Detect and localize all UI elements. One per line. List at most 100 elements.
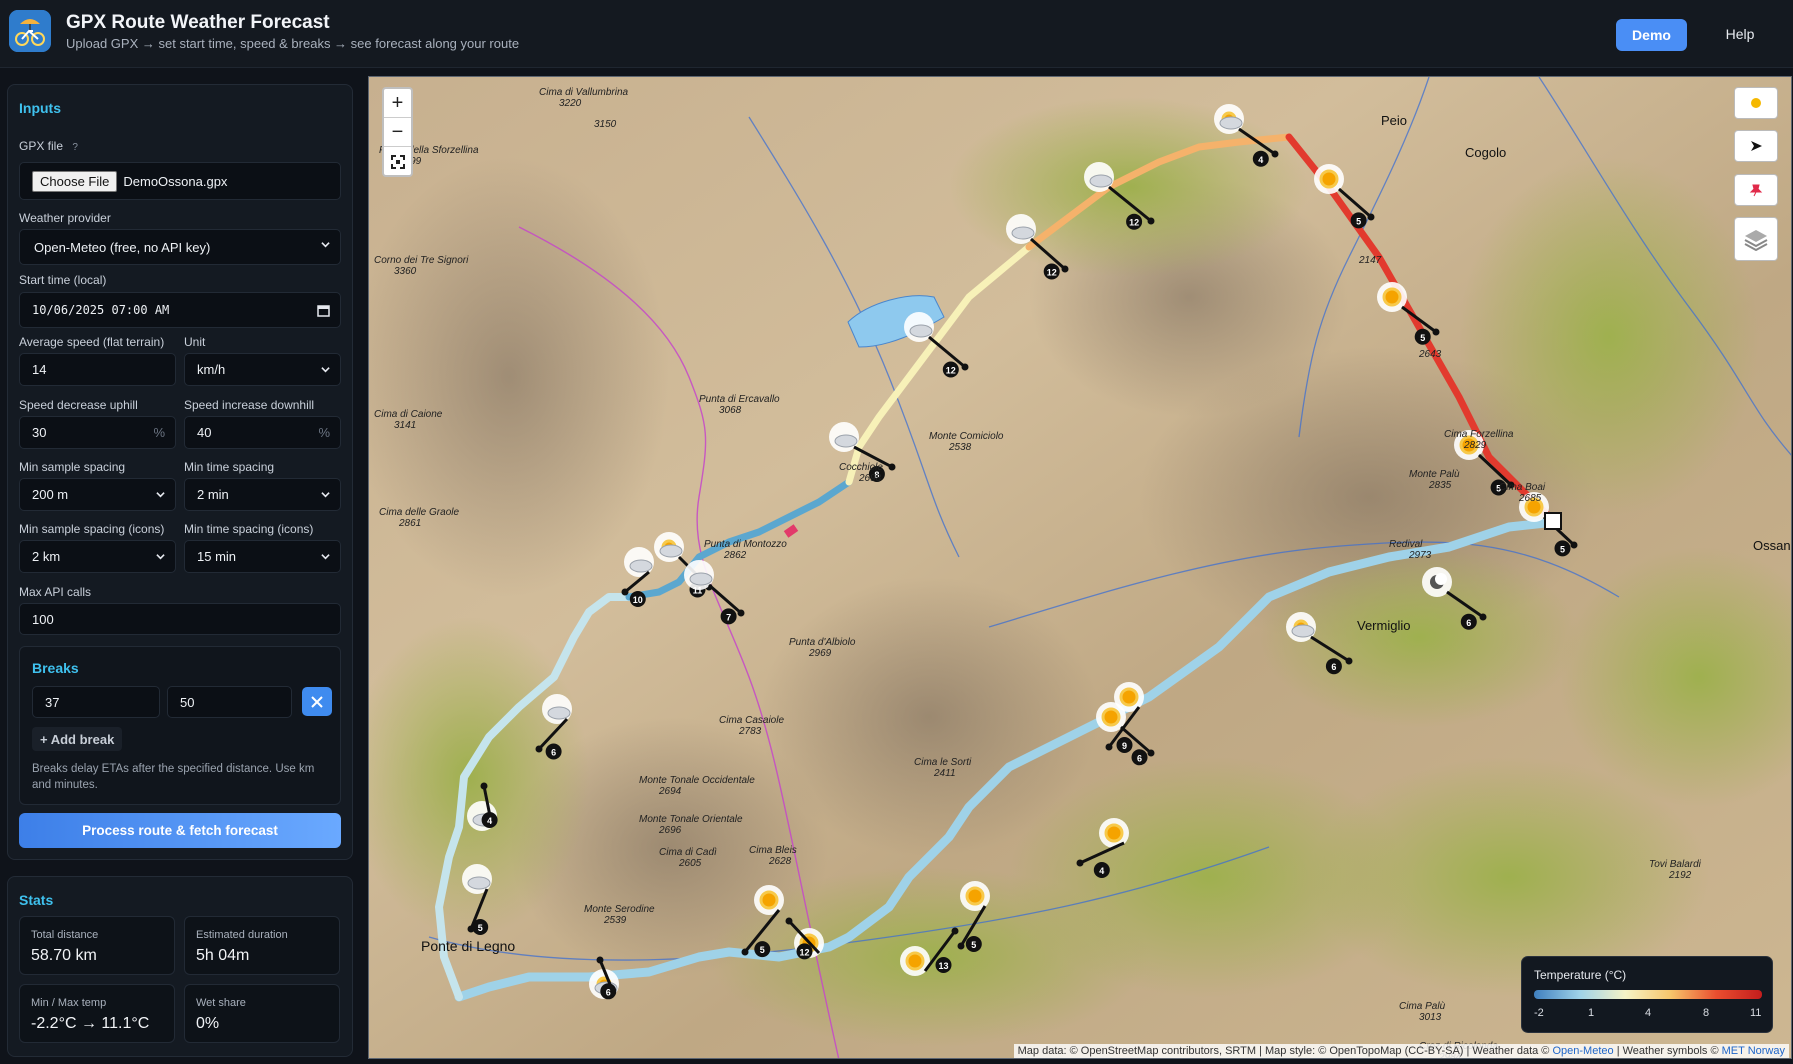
avg-speed-input[interactable]: 14 xyxy=(19,353,176,386)
unit-select[interactable]: km/h xyxy=(184,353,341,386)
min-sample-select[interactable]: 200 m xyxy=(19,478,176,511)
min-sample-icons-label: Min sample spacing (icons) xyxy=(19,522,165,536)
wind-arrow-head xyxy=(1076,859,1084,867)
wind-arrow-head xyxy=(621,588,629,596)
wind-arrow-head xyxy=(1345,657,1353,665)
open-meteo-link[interactable]: Open-Meteo xyxy=(1552,1045,1613,1057)
wind-arrow-head xyxy=(1271,150,1279,158)
wind-speed-label: 4 xyxy=(1099,866,1104,876)
wind-speed-label: 4 xyxy=(1258,155,1263,165)
breaks-section: Breaks 37 50 + Add break Breaks delay ET… xyxy=(19,646,341,805)
breaks-note: Breaks delay ETAs after the specified di… xyxy=(32,763,315,791)
sun-icon xyxy=(1751,98,1761,108)
min-time-select[interactable]: 2 min xyxy=(184,478,341,511)
percent-suffix: % xyxy=(318,425,330,440)
min-time-label: Min time spacing xyxy=(184,460,275,474)
wind-arrow-head xyxy=(1061,265,1069,273)
min-sample-icons-select[interactable]: 2 km xyxy=(19,540,176,573)
cloudy-icon xyxy=(624,547,654,577)
wind-speed-label: 10 xyxy=(633,595,643,605)
wind-arrow-head xyxy=(1147,217,1155,225)
wind-speed-label: 12 xyxy=(1047,268,1057,278)
met-norway-link[interactable]: MET Norway xyxy=(1722,1045,1785,1057)
demo-button[interactable]: Demo xyxy=(1616,19,1687,51)
wind-arrow-head xyxy=(596,956,604,964)
wind-arrow-head xyxy=(737,609,745,617)
wind-toggle-button[interactable] xyxy=(1734,130,1778,162)
min-time-icons-select[interactable]: 15 min xyxy=(184,540,341,573)
finish-flag-icon[interactable] xyxy=(1544,512,1562,530)
pin-toggle-button[interactable] xyxy=(1734,174,1778,206)
app-subtitle: Upload GPX → set start time, speed & bre… xyxy=(66,36,520,51)
wind-arrow-head xyxy=(957,942,965,950)
wind-speed-label: 5 xyxy=(478,923,483,933)
route-map[interactable]: 12 4 5 12 5 12 8 5 5 6 6 11 10 7 6 6 9 4 4 5 5 5 13 12 6 Cima di… xyxy=(368,76,1792,1059)
legend-tick: 1 xyxy=(1588,1007,1595,1019)
legend-tick: 4 xyxy=(1645,1007,1652,1019)
max-api-input[interactable]: 100 xyxy=(19,603,341,635)
wind-arrow-head xyxy=(951,927,959,935)
weather-toggle-button[interactable] xyxy=(1734,87,1778,119)
wind-arrow-head xyxy=(1105,743,1113,751)
close-icon xyxy=(311,695,323,708)
place-label: 2147 xyxy=(1358,255,1382,266)
app-title: GPX Route Weather Forecast xyxy=(66,12,330,33)
wind-arrow-head xyxy=(785,917,793,925)
process-route-button[interactable]: Process route & fetch forecast xyxy=(19,813,341,848)
legend-tick: -2 xyxy=(1534,1007,1544,1019)
sun-icon xyxy=(900,946,930,976)
zoom-control: + − xyxy=(382,87,413,177)
start-time-input[interactable]: 10/06/2025 07:00 AM xyxy=(19,292,341,328)
wind-speed-label: 12 xyxy=(946,366,956,376)
file-name: DemoOssona.gpx xyxy=(123,173,228,189)
town-label-vermiglio: Vermiglio xyxy=(1357,618,1410,633)
break-km-input[interactable]: 37 xyxy=(32,686,160,718)
wind-speed-label: 6 xyxy=(1331,662,1336,672)
add-break-button[interactable]: + Add break xyxy=(32,727,123,751)
wind-arrow-head xyxy=(1367,213,1375,221)
gpx-file-input[interactable]: Choose File DemoOssona.gpx xyxy=(19,162,341,200)
layers-icon xyxy=(1744,230,1768,251)
zoom-in-button[interactable]: + xyxy=(384,89,411,118)
pin-icon xyxy=(1749,184,1763,197)
zoom-out-button[interactable]: − xyxy=(384,118,411,147)
speed-decrease-input[interactable]: 30% xyxy=(19,416,176,449)
break-minutes-input[interactable]: 50 xyxy=(167,686,292,718)
max-api-label: Max API calls xyxy=(19,585,92,599)
app-header: GPX Route Weather Forecast Upload GPX → … xyxy=(0,0,1793,68)
avg-speed-label: Average speed (flat terrain) xyxy=(19,335,165,349)
fullscreen-button[interactable] xyxy=(384,147,411,176)
chevron-down-icon xyxy=(156,554,165,560)
remove-break-button[interactable] xyxy=(302,687,332,716)
arrow-icon xyxy=(1751,141,1762,151)
stats-title: Stats xyxy=(19,892,54,908)
wind-arrow-head xyxy=(480,782,488,790)
help-button[interactable]: Help xyxy=(1710,22,1770,46)
chevron-down-icon xyxy=(321,554,330,560)
wind-speed-label: 13 xyxy=(938,961,948,971)
inputs-title: Inputs xyxy=(19,100,61,116)
inputs-panel: Inputs GPX file ? Choose File DemoOssona… xyxy=(7,84,353,860)
wind-arrow-head xyxy=(1479,613,1487,621)
map-canvas[interactable]: 12451251285566111076694455513126 Cima di… xyxy=(369,77,1792,1059)
chevron-down-icon xyxy=(321,242,330,248)
weather-provider-label: Weather provider xyxy=(19,211,111,225)
speed-increase-input[interactable]: 40% xyxy=(184,416,341,449)
wind-arrow-head xyxy=(1147,749,1155,757)
chevron-down-icon xyxy=(156,492,165,498)
stat-temperature: Min / Max temp -2.2°C → 11.1°C xyxy=(19,984,175,1043)
town-label-cogolo: Cogolo xyxy=(1465,145,1506,160)
wind-speed-label: 5 xyxy=(1420,333,1425,343)
weather-provider-select[interactable]: Open-Meteo (free, no API key) xyxy=(19,229,341,265)
wind-speed-label: 6 xyxy=(1466,618,1471,628)
help-icon[interactable]: ? xyxy=(72,142,78,153)
start-time-label: Start time (local) xyxy=(19,273,107,287)
place-label: 2643 xyxy=(1418,349,1442,360)
place-label: 3150 xyxy=(594,119,617,130)
map-attribution: Map data: © OpenStreetMap contributors, … xyxy=(1013,1044,1789,1058)
calendar-icon[interactable] xyxy=(317,304,330,317)
town-label-ossana: Ossana xyxy=(1753,538,1792,553)
layers-button[interactable] xyxy=(1734,217,1778,261)
wind-speed-label: 6 xyxy=(1137,753,1142,763)
choose-file-button[interactable]: Choose File xyxy=(32,170,118,192)
